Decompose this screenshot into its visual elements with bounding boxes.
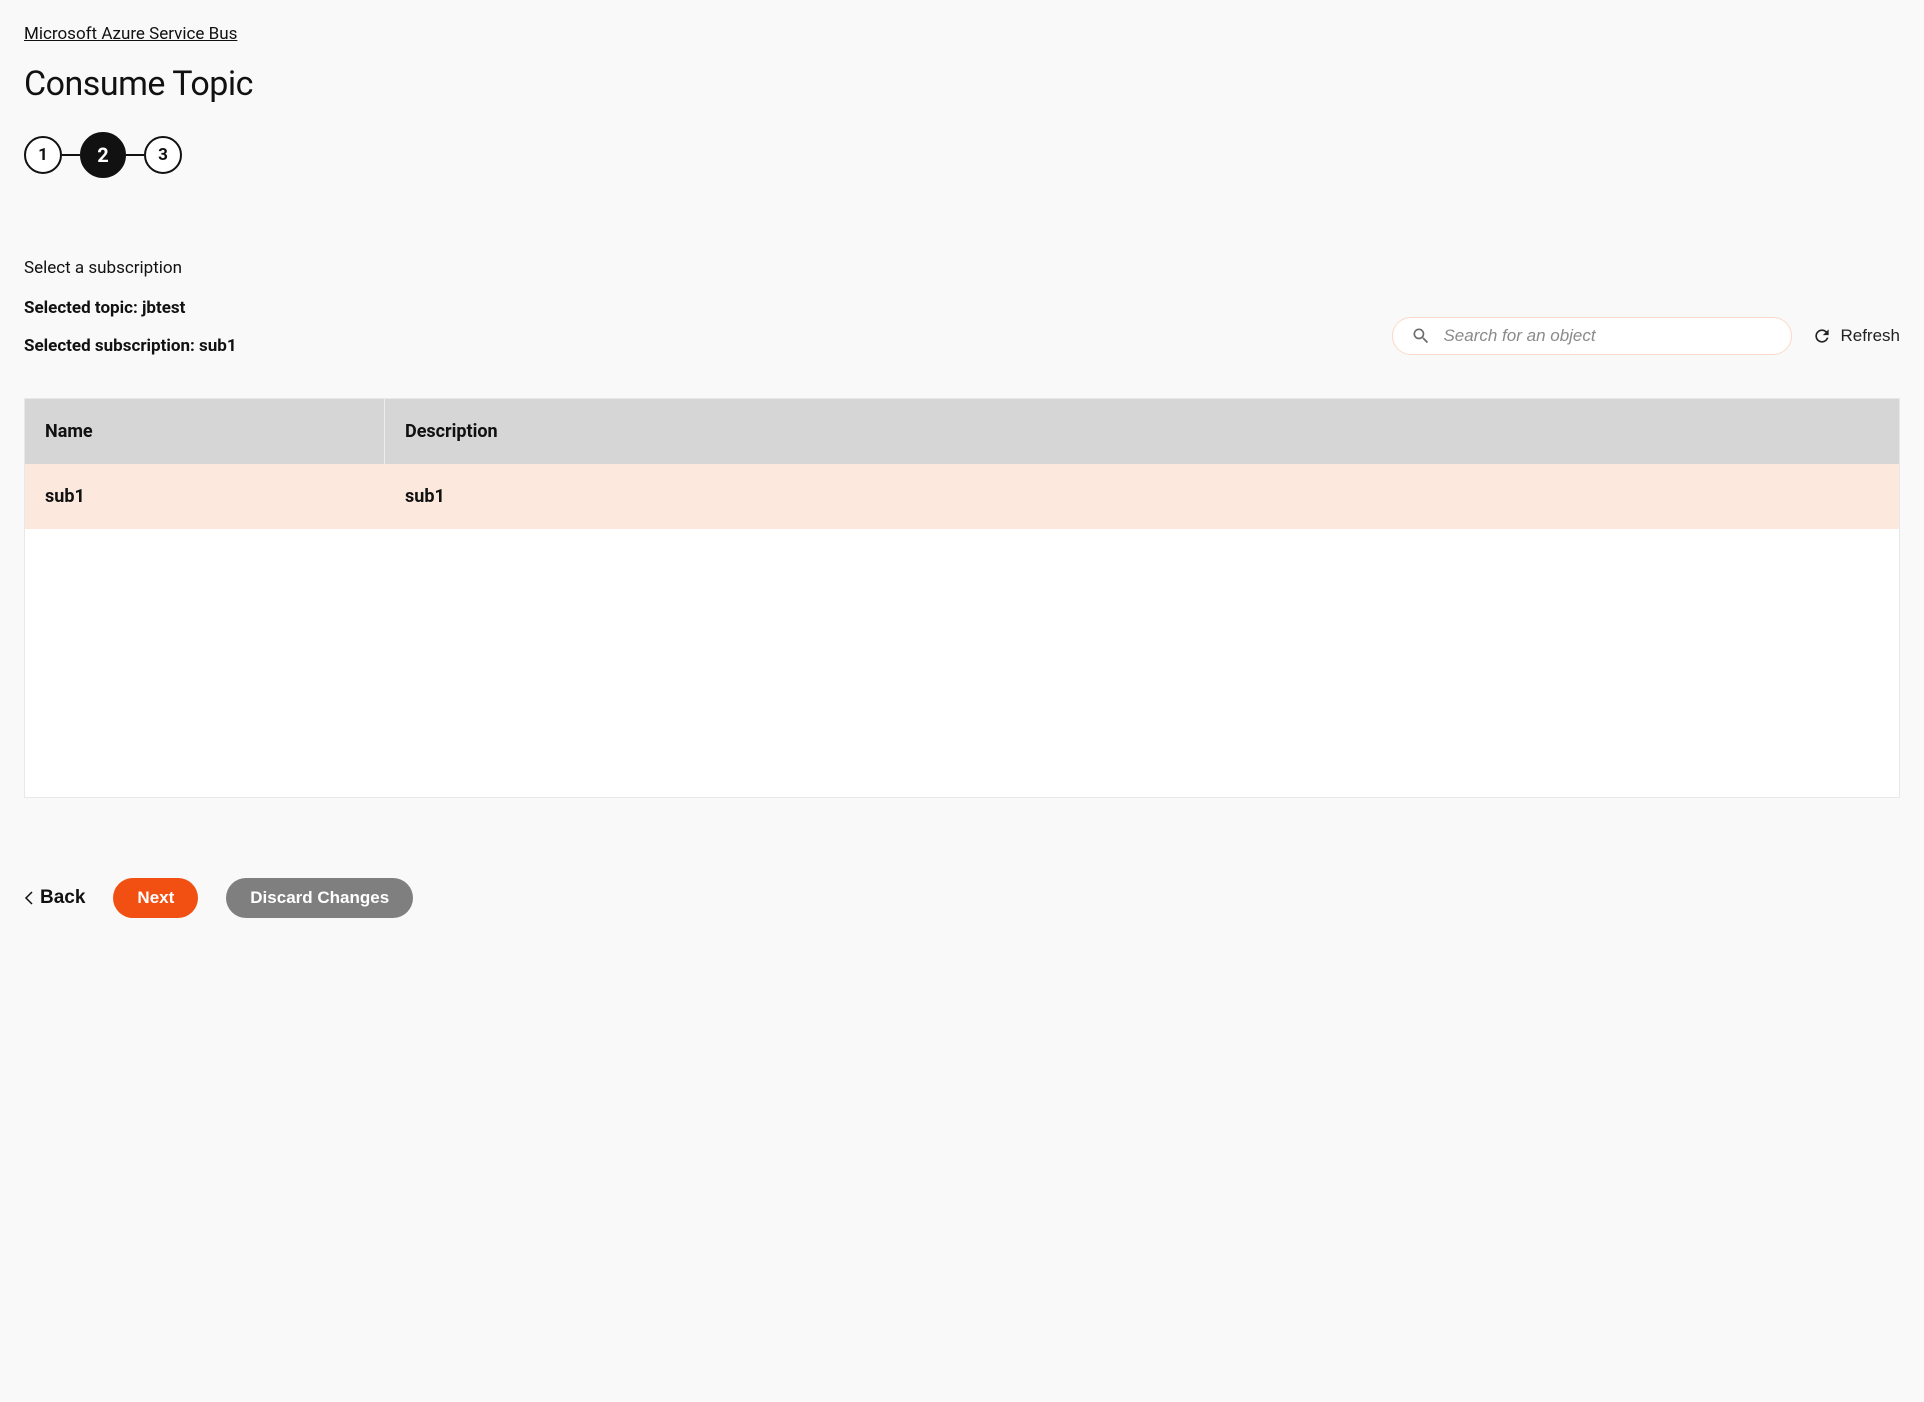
search-icon	[1411, 326, 1431, 346]
stepper: 1 2 3	[24, 132, 1900, 178]
back-label: Back	[40, 887, 85, 909]
chevron-left-icon	[24, 891, 34, 905]
step-connector	[126, 154, 144, 156]
step-3[interactable]: 3	[144, 136, 182, 174]
table-header-row: Name Description	[25, 399, 1899, 464]
step-connector	[62, 154, 80, 156]
search-field-wrapper[interactable]	[1392, 317, 1792, 355]
breadcrumb-link[interactable]: Microsoft Azure Service Bus	[24, 24, 237, 44]
page-title: Consume Topic	[24, 64, 1900, 104]
discard-button[interactable]: Discard Changes	[226, 878, 413, 918]
instruction-text: Select a subscription	[24, 258, 1900, 278]
refresh-label: Refresh	[1840, 326, 1900, 346]
refresh-button[interactable]: Refresh	[1812, 326, 1900, 346]
cell-name: sub1	[25, 464, 385, 529]
refresh-icon	[1812, 326, 1832, 346]
subscription-table: Name Description sub1 sub1	[24, 398, 1900, 798]
column-header-name[interactable]: Name	[25, 399, 385, 464]
next-button[interactable]: Next	[113, 878, 198, 918]
column-header-description[interactable]: Description	[385, 399, 1899, 464]
step-1[interactable]: 1	[24, 136, 62, 174]
selected-topic-label: Selected topic: jbtest	[24, 298, 237, 318]
cell-description: sub1	[385, 464, 1899, 529]
table-row[interactable]: sub1 sub1	[25, 464, 1899, 529]
back-button[interactable]: Back	[24, 887, 85, 909]
search-input[interactable]	[1443, 326, 1773, 346]
selected-subscription-label: Selected subscription: sub1	[24, 336, 237, 356]
footer-actions: Back Next Discard Changes	[24, 878, 1900, 918]
step-2[interactable]: 2	[80, 132, 126, 178]
